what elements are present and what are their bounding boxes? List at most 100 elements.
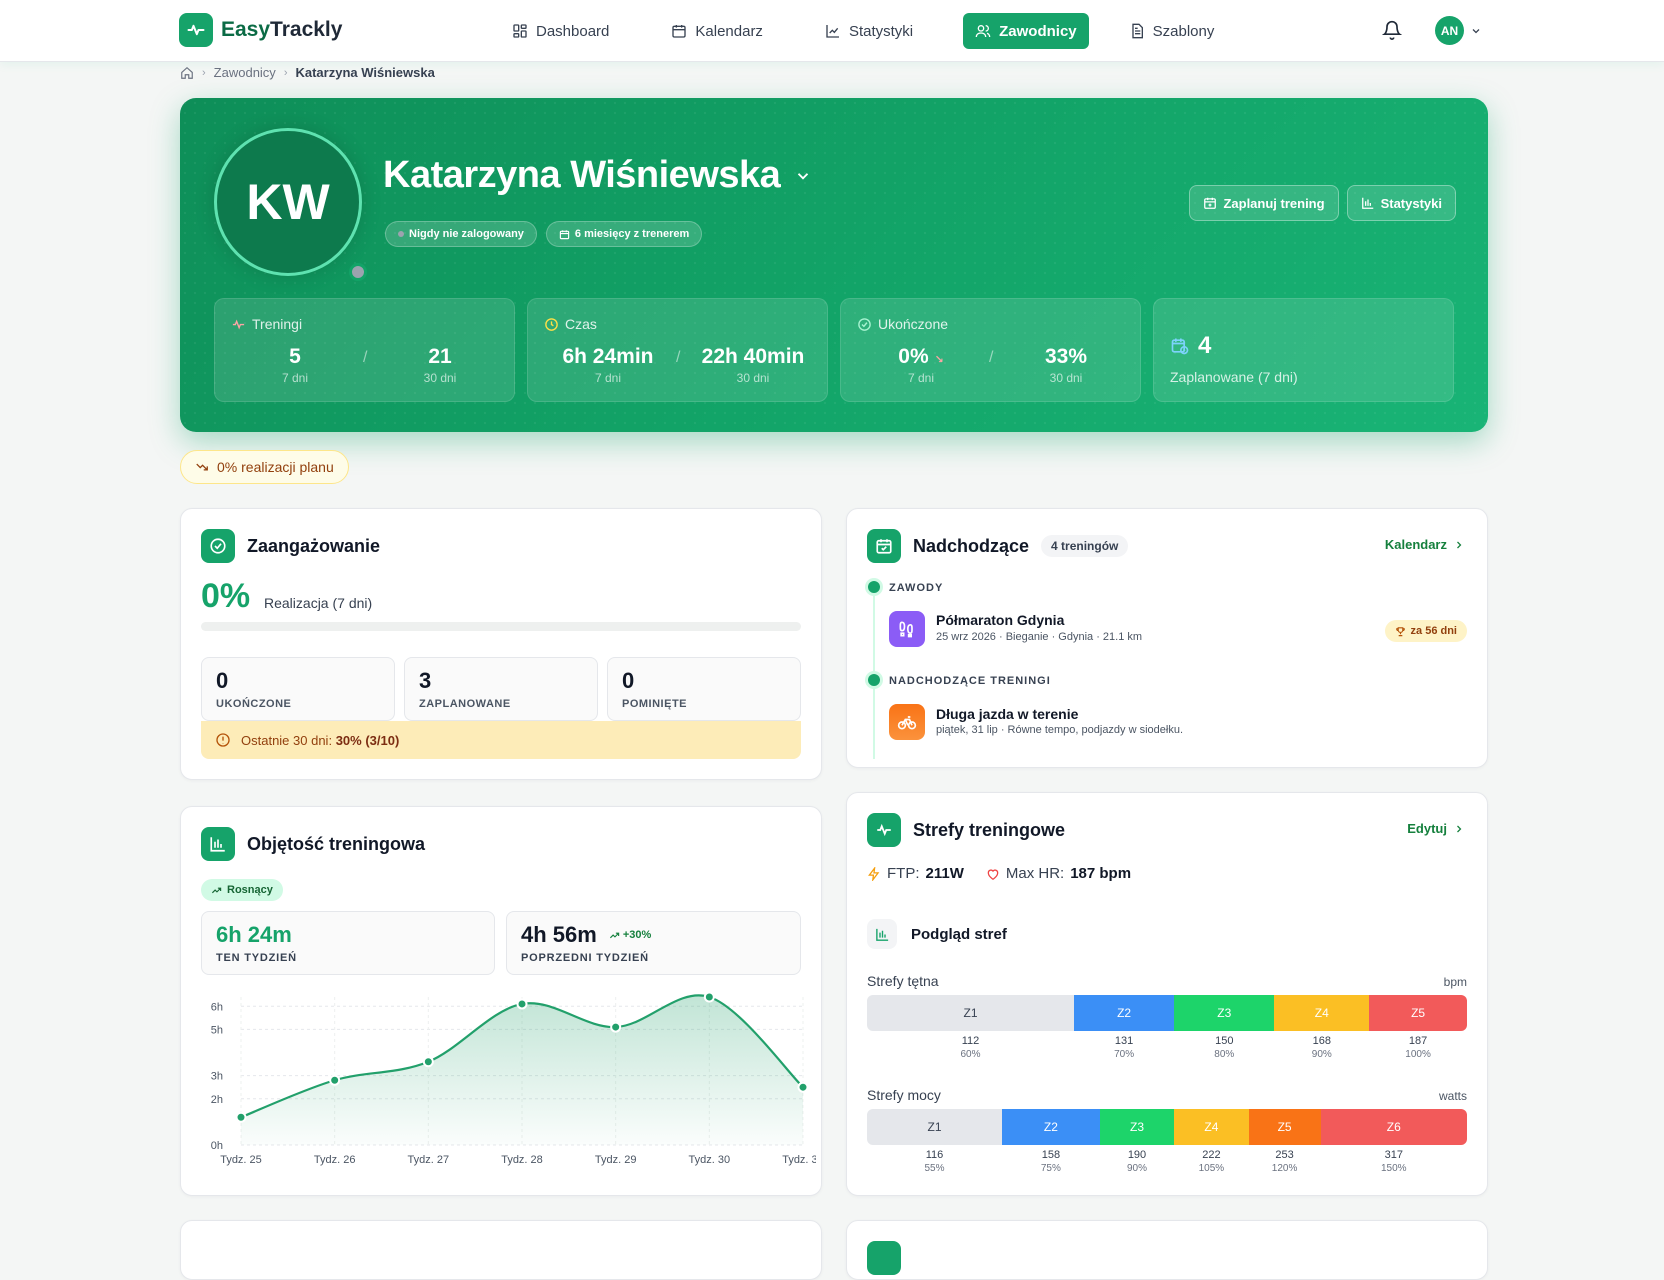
stat-value-30d: 33% — [1044, 345, 1088, 368]
data-point — [516, 998, 528, 1010]
data-point — [797, 1081, 809, 1093]
breadcrumb-athletes-link[interactable]: Zawodnicy — [214, 65, 276, 80]
stat-trainings: Treningi 5 7 dni / 21 30 dni — [214, 298, 515, 402]
stat-period-30d: 30 dni — [736, 371, 770, 385]
alert-circle-icon — [216, 733, 230, 747]
calendar-check-icon — [867, 529, 901, 563]
recent-trainings-card — [180, 1220, 822, 1280]
zone-threshold-label: 131 70% — [1114, 1035, 1135, 1060]
nav-label: Zawodnicy — [999, 22, 1077, 40]
check-circle-icon — [201, 529, 235, 563]
nav-templates[interactable]: Szablony — [1117, 13, 1227, 49]
planned-label: ZAPLANOWANE — [419, 698, 511, 710]
data-point — [329, 1074, 341, 1086]
athlete-name: Katarzyna Wiśniewska — [383, 154, 781, 196]
stat-period-30d: 30 dni — [1049, 371, 1083, 385]
trend-up-icon — [211, 887, 222, 893]
login-status-badge: Nigdy nie zalogowany — [385, 221, 537, 247]
zone-segment-z4: Z4 — [1274, 995, 1370, 1031]
document-icon — [1131, 23, 1143, 39]
card-title-text: Zaangażowanie — [247, 535, 381, 556]
card-title: Nadchodzące 4 treningów — [867, 529, 1129, 563]
engagement-card: Zaangażowanie 0% Realizacja (7 dni) 0 UK… — [180, 508, 822, 780]
bar-chart-icon — [1361, 197, 1373, 209]
zone-threshold-label: 112 60% — [960, 1035, 981, 1060]
calendar-link[interactable]: Kalendarz — [1385, 537, 1465, 552]
schedule-training-button[interactable]: Zaplanuj trening — [1189, 185, 1339, 221]
home-icon[interactable] — [180, 66, 194, 80]
x-tick-label: Tydz. 25 — [220, 1154, 262, 1166]
this-week-label: TEN TYDZIEŃ — [216, 952, 297, 964]
section-races-label: ZAWODY — [889, 582, 944, 594]
zone-segment-z5: Z5 — [1369, 995, 1467, 1031]
engagement-percentage: 0% — [201, 577, 251, 615]
y-tick-label: 2h — [211, 1094, 223, 1106]
user-avatar[interactable]: AN — [1435, 16, 1464, 45]
statistics-button[interactable]: Statystyki — [1346, 185, 1456, 221]
breadcrumb: › Zawodnicy › Katarzyna Wiśniewska — [180, 65, 435, 80]
zone-threshold-label: 190 90% — [1126, 1149, 1147, 1174]
notifications-bell-icon[interactable] — [1382, 20, 1402, 40]
plan-realization-text: 0% realizacji planu — [217, 459, 334, 475]
zone-segment-z4: Z4 — [1174, 1109, 1249, 1145]
badge-text: 6 miesięcy z trenerem — [574, 228, 690, 240]
engagement-progress-bar — [201, 622, 801, 631]
trend-percentage: +30% — [609, 929, 651, 941]
stat-label: Treningi — [231, 316, 302, 332]
data-point — [703, 991, 715, 1003]
top-navigation-bar: EasyTrackly Dashboard Kalendarz Statysty… — [0, 0, 1664, 62]
card-title-text: Objętość treningowa — [247, 833, 426, 854]
power-zones-bar: Z1 Z2 Z3 Z4 Z5 Z6 — [867, 1109, 1467, 1145]
athlete-name-selector[interactable]: Katarzyna Wiśniewska — [383, 154, 812, 197]
warning-banner: Ostatnie 30 dni: 30% (3/10) — [201, 721, 801, 759]
completed-count-box: 0 UKOŃCZONE — [201, 657, 395, 721]
data-point — [610, 1021, 622, 1033]
main-nav: Dashboard Kalendarz Statystyki Zawodnicy… — [500, 13, 1264, 49]
calendar-icon — [672, 25, 687, 38]
link-label: Kalendarz — [1384, 537, 1447, 552]
athlete-avatar: KW — [214, 128, 362, 276]
training-volume-card: Objętość treningowa Rosnący 6h 24m TEN T… — [180, 806, 822, 1196]
app-logo[interactable]: EasyTrackly — [179, 13, 342, 47]
bar-chart-icon — [201, 827, 235, 861]
nav-calendar[interactable]: Kalendarz — [659, 13, 775, 49]
card-title: Strefy treningowe — [867, 813, 1065, 847]
data-point — [422, 1056, 434, 1068]
zone-segment-z3: Z3 — [1099, 1109, 1175, 1145]
stat-separator: / — [363, 349, 368, 366]
edit-zones-link[interactable]: Edytuj — [1407, 821, 1465, 836]
completed-label: UKOŃCZONE — [216, 698, 292, 710]
stat-value-7d: 0% ↘ — [898, 345, 944, 368]
warning-text: Ostatnie 30 dni: 30% (3/10) — [241, 732, 400, 748]
stat-separator: / — [989, 349, 994, 366]
chevron-right-icon — [1457, 825, 1462, 832]
nav-statistics[interactable]: Statystyki — [813, 13, 925, 49]
x-tick-label: Tydz. 29 — [595, 1154, 637, 1166]
link-label: Edytuj — [1407, 821, 1447, 836]
activity-icon — [232, 319, 245, 329]
dashboard-icon — [513, 24, 527, 38]
chevron-down-icon[interactable] — [1470, 25, 1482, 37]
zone-segment-z5: Z5 — [1248, 1109, 1321, 1145]
training-details: piątek, 31 lip · Równe tempo, podjazdy w… — [936, 724, 1184, 736]
users-icon — [975, 25, 991, 38]
previous-week-label: POPRZEDNI TYDZIEŃ — [521, 952, 649, 964]
planned-count: 3 — [419, 668, 432, 693]
hr-label: Max HR: — [1005, 865, 1065, 882]
nav-athletes[interactable]: Zawodnicy — [963, 13, 1089, 49]
stat-separator: / — [676, 349, 681, 366]
power-zones-title: Strefy mocy — [867, 1087, 941, 1103]
nav-label: Dashboard — [536, 22, 610, 40]
hr-value: 187 bpm — [1070, 865, 1132, 882]
data-point — [235, 1111, 247, 1123]
bike-icon — [889, 704, 925, 740]
race-title[interactable]: Półmaraton Gdynia — [936, 612, 1064, 628]
zones-preview-header: Podgląd stref — [867, 919, 1007, 949]
planned-count-box: 3 ZAPLANOWANE — [404, 657, 598, 721]
nav-dashboard[interactable]: Dashboard — [500, 13, 621, 49]
completed-count: 0 — [216, 668, 229, 693]
stat-value-30d: 21 — [428, 345, 452, 368]
training-title[interactable]: Długa jazda w terenie — [936, 706, 1078, 722]
lightning-icon — [868, 866, 880, 881]
hr-zones-labels: 112 60% 131 70% 150 80% 168 90% 187 100% — [867, 1035, 1467, 1065]
